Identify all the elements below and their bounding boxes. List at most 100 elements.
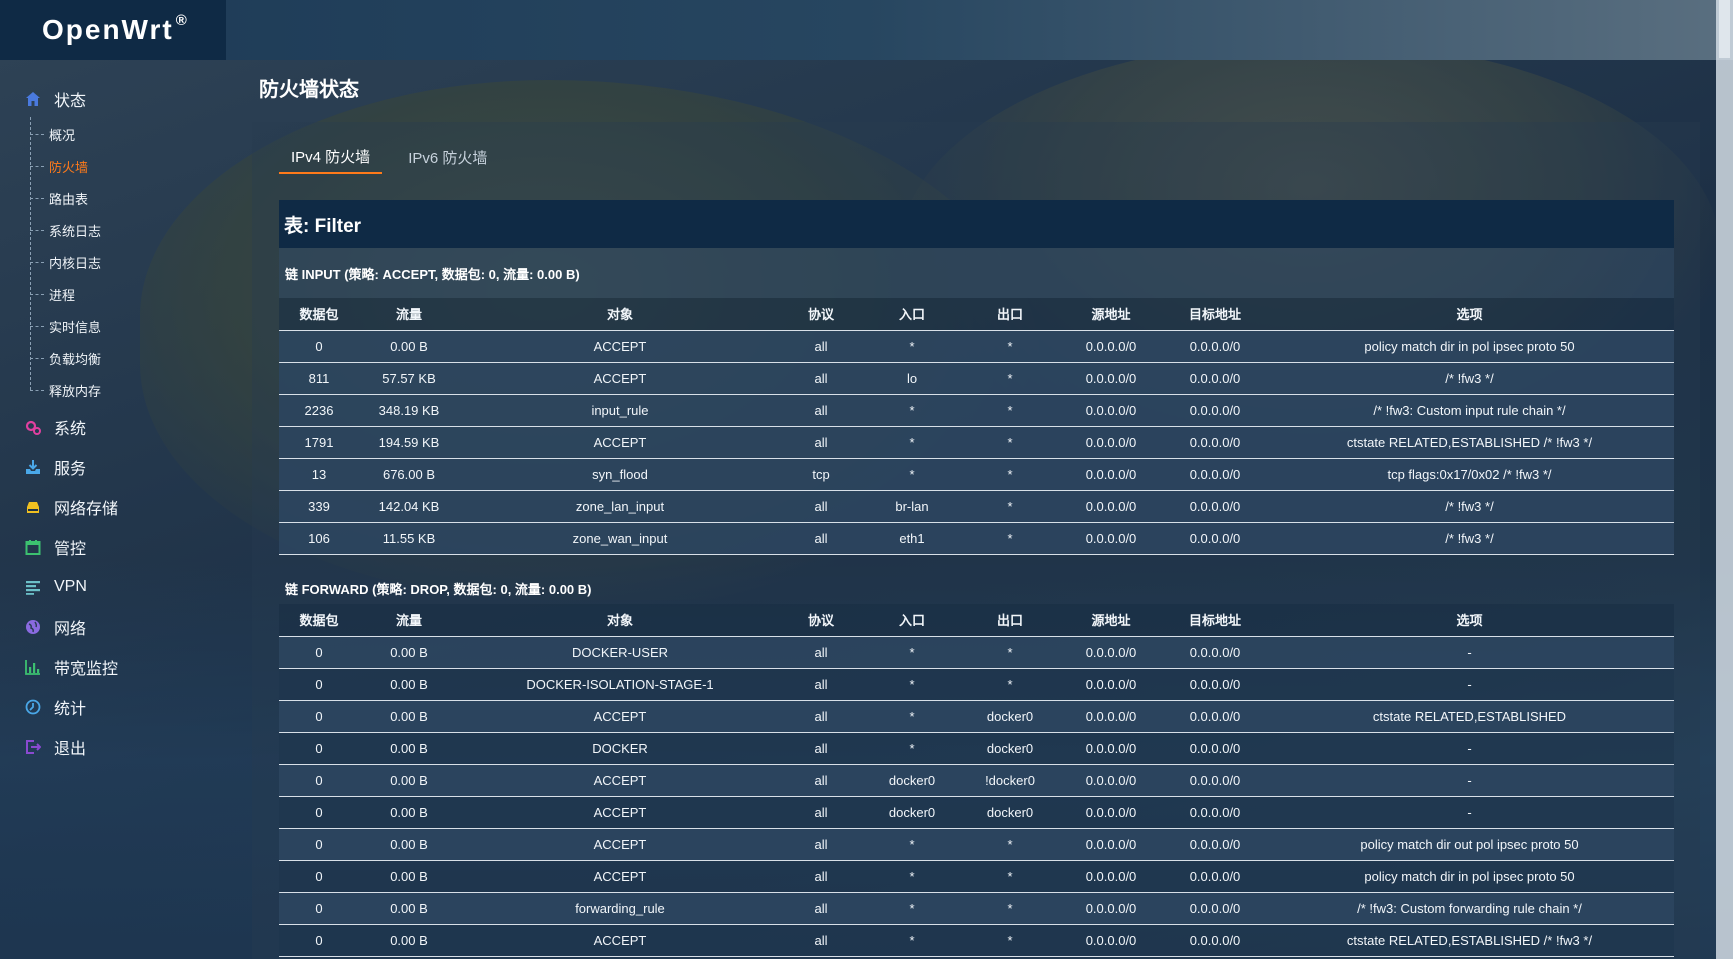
home-icon [24,90,42,108]
sidebar-subitem[interactable]: 内核日志 [30,248,210,276]
sidebar-subitem-label: 实时信息 [49,319,102,335]
tab-ipv6-firewall[interactable]: IPv6 防火墙 [396,140,499,174]
download-tray-icon [24,458,42,476]
table-cell: * [963,828,1057,861]
sidebar-item-5[interactable]: VPN [24,572,87,602]
sidebar-item-7[interactable]: 带宽监控 [24,652,118,682]
column-header: 对象 [459,604,781,637]
table-cell: all [781,668,861,701]
column-header: 出口 [963,298,1057,331]
sidebar-item-4[interactable]: 管控 [24,532,86,562]
table-cell: - [1265,796,1674,829]
table-cell: syn_flood [459,458,781,491]
sidebar-item-status[interactable]: 状态 [24,84,86,114]
table-row: 0 0.00 B DOCKER-ISOLATION-STAGE-1 all * * 0.0.… [279,668,1674,701]
column-header: 选项 [1265,604,1674,637]
sidebar-subitem[interactable]: 防火墙 [30,152,210,180]
sidebar-item-label: 带宽监控 [54,661,119,678]
table-cell: * [861,700,963,733]
table-cell: * [963,330,1057,363]
table-cell: 0 [279,828,359,861]
sidebar-subitem[interactable]: 负载均衡 [30,344,210,372]
table-cell: 0.00 B [359,636,459,669]
table-cell: lo [861,362,963,395]
table-cell: 676.00 B [359,458,459,491]
tab-ipv4-firewall[interactable]: IPv4 防火墙 [279,140,383,174]
table-cell: docker0 [963,700,1057,733]
table-cell: all [781,700,861,733]
table-row: 811 57.57 KB ACCEPT all lo * 0.0.0.0/0 0.0.0.0/… [279,362,1674,395]
table-cell: 339 [279,490,359,523]
clock-icon [24,698,42,716]
table-cell: - [1265,732,1674,765]
table-cell: all [781,426,861,459]
tree-dash [30,165,44,167]
table-cell: 0.00 B [359,860,459,893]
table-cell: 0.00 B [359,828,459,861]
column-header: 源地址 [1057,604,1165,637]
brand-logo[interactable]: OpenWrt ® [0,0,226,60]
sidebar-subitem[interactable]: 系统日志 [30,216,210,244]
table-cell: 13 [279,458,359,491]
table-cell: all [781,764,861,797]
table-row: 0 0.00 B ACCEPT all docker0 !docker0 0.0.0.0/0… [279,764,1674,797]
sidebar-item-2[interactable]: 服务 [24,452,86,482]
sidebar-subitem[interactable]: 概况 [30,120,210,148]
table-cell: 0.0.0.0/0 [1057,458,1165,491]
table-cell: 106 [279,522,359,555]
table-cell: ctstate RELATED,ESTABLISHED /* !fw3 */ [1265,924,1674,957]
sidebar: 状态 概况防火墙路由表系统日志内核日志进程实时信息负载均衡释放内存 系统服务网络… [0,60,240,959]
table-cell: all [781,636,861,669]
table-cell: - [1265,636,1674,669]
table-row: 0 0.00 B ACCEPT all * * 0.0.0.0/0 0.0.0.0/0 poli… [279,860,1674,893]
sidebar-item-label: 管控 [54,541,87,558]
sidebar-subitem-label: 路由表 [49,191,89,207]
table-cell: * [861,458,963,491]
table-row: 0 0.00 B ACCEPT all docker0 docker0 0.0.0.0/0 0… [279,796,1674,829]
sidebar-subitem[interactable]: 释放内存 [30,376,210,404]
table-cell: all [781,522,861,555]
table-cell: 0.0.0.0/0 [1057,668,1165,701]
page-scrollbar[interactable] [1716,0,1733,959]
table-cell: ACCEPT [459,796,781,829]
scrollbar-thumb[interactable] [1719,0,1730,58]
column-header: 流量 [359,604,459,637]
sidebar-item-3[interactable]: 网络存储 [24,492,118,522]
table-row: 13 676.00 Bsyn_flood tcp * * 0.0.0.0/0 0.0.0.0… [279,458,1674,491]
sidebar-item-8[interactable]: 统计 [24,692,86,722]
gears-icon [24,418,42,436]
table-cell: all [781,892,861,925]
table-cell: 348.19 KB [359,394,459,427]
table-cell: ACCEPT [459,828,781,861]
sidebar-subitem-label: 内核日志 [49,255,102,271]
table-cell: 0.0.0.0/0 [1057,490,1165,523]
tree-dash [30,293,44,295]
table-cell: * [963,860,1057,893]
sidebar-item-6[interactable]: 网络 [24,612,86,642]
table-cell: 0.0.0.0/0 [1165,860,1265,893]
sidebar-subitem[interactable]: 实时信息 [30,312,210,340]
column-header: 选项 [1265,298,1674,331]
table-cell: br-lan [861,490,963,523]
tree-dash [30,133,44,135]
table-cell: 1791 [279,426,359,459]
sidebar-item-label: VPN [54,578,87,595]
table-cell: * [861,892,963,925]
sidebar-item-9[interactable]: 退出 [24,732,86,762]
sidebar-item-1[interactable]: 系统 [24,412,86,442]
page-title: 防火墙状态 [259,79,359,101]
chain-forward-table: 数据包 流量 对象 协议 入口 出口 源地址 目标地址 选项 0 0.00 B DOCKER-USER… [279,604,1674,957]
sidebar-subitem[interactable]: 进程 [30,280,210,308]
table-cell: 11.55 KB [359,522,459,555]
table-cell: 0 [279,330,359,363]
sidebar-item-label: 统计 [54,701,87,718]
column-header: 协议 [781,298,861,331]
table-cell: tcp [781,458,861,491]
table-cell: all [781,490,861,523]
sidebar-subitem[interactable]: 路由表 [30,184,210,212]
table-cell: /* !fw3 */ [1265,362,1674,395]
table-cell: 0.0.0.0/0 [1165,764,1265,797]
column-header: 对象 [459,298,781,331]
table-cell: * [861,330,963,363]
table-cell: eth1 [861,522,963,555]
